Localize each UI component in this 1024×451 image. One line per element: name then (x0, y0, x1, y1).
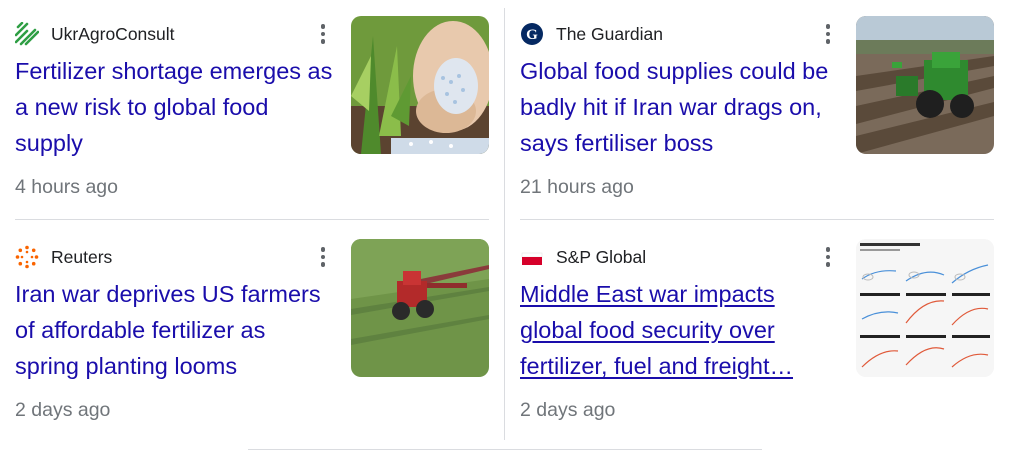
news-card[interactable]: Reuters Iran war deprives US farmers of … (15, 239, 495, 444)
news-timestamp: 2 days ago (15, 399, 111, 421)
news-headline[interactable]: Fertilizer shortage emerges as a new ris… (15, 53, 335, 161)
svg-text:G: G (526, 27, 538, 43)
ukragroconsult-logo-icon (15, 22, 39, 46)
bottom-divider (248, 449, 762, 450)
news-timestamp: 21 hours ago (520, 176, 634, 198)
more-options-icon[interactable] (311, 20, 335, 48)
red-tractor-spraying-field-image (351, 239, 489, 377)
news-headline[interactable]: Iran war deprives US farmers of affordab… (15, 276, 335, 384)
source-name: The Guardian (556, 23, 664, 44)
source-name: UkrAgroConsult (51, 23, 175, 44)
news-timestamp: 2 days ago (520, 399, 616, 421)
hand-with-fertilizer-granules-image (351, 16, 489, 154)
news-source[interactable]: Reuters (15, 245, 112, 269)
row-divider (520, 219, 994, 220)
news-timestamp: 4 hours ago (15, 176, 118, 198)
tractor-in-field-image (856, 16, 994, 154)
news-card[interactable]: G The Guardian Global food supplies coul… (520, 16, 1000, 221)
news-headline[interactable]: Middle East war impacts global food secu… (520, 276, 840, 384)
news-source[interactable]: UkrAgroConsult (15, 22, 175, 46)
news-thumbnail[interactable] (856, 16, 994, 154)
news-thumbnail[interactable] (351, 239, 489, 377)
sp-global-logo-icon (520, 245, 544, 269)
source-name: Reuters (51, 246, 113, 267)
more-options-icon[interactable] (816, 20, 840, 48)
column-divider (504, 8, 505, 440)
reuters-logo-icon (15, 245, 39, 269)
row-divider (15, 219, 489, 220)
news-headline[interactable]: Global food supplies could be badly hit … (520, 53, 840, 161)
news-source[interactable]: S&P Global (520, 245, 646, 269)
source-name: S&P Global (556, 246, 647, 267)
commodities-charts-image (856, 239, 994, 377)
news-source[interactable]: G The Guardian (520, 22, 663, 46)
more-options-icon[interactable] (816, 243, 840, 271)
news-thumbnail[interactable] (856, 239, 994, 377)
news-grid: UkrAgroConsult Fertilizer shortage emerg… (0, 0, 1024, 451)
guardian-logo-icon: G (520, 22, 544, 46)
news-card[interactable]: S&P Global Middle East war impacts globa… (520, 239, 1000, 444)
more-options-icon[interactable] (311, 243, 335, 271)
news-thumbnail[interactable] (351, 16, 489, 154)
news-card[interactable]: UkrAgroConsult Fertilizer shortage emerg… (15, 16, 495, 221)
